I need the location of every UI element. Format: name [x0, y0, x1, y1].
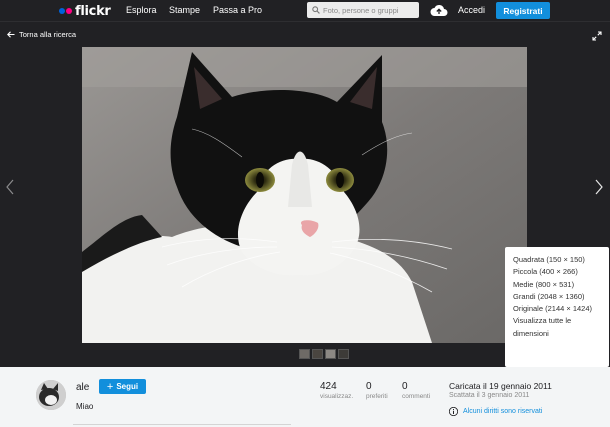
stat-comments-value: 0: [402, 381, 408, 392]
taken-date: Scattata il 3 gennaio 2011: [449, 392, 530, 399]
license-link[interactable]: Alcuni diritti sono riservati: [449, 407, 542, 416]
upload-date: Caricata il 19 gennaio 2011: [449, 381, 552, 391]
photo-info-panel: ale + Segui Miao 424 visualizzaz. 0 pref…: [0, 367, 610, 427]
stat-favorites-value: 0: [366, 381, 372, 392]
photo-title: Miao: [76, 402, 94, 411]
stat-comments: 0 commenti: [402, 381, 430, 400]
download-option-large[interactable]: Grandi (2048 × 1360): [513, 291, 601, 303]
plus-icon: +: [106, 380, 114, 393]
fullscreen-icon[interactable]: [592, 31, 602, 41]
search-icon: [312, 6, 320, 14]
info-circle-icon: [449, 407, 458, 416]
download-option-small[interactable]: Piccola (400 × 266): [513, 266, 601, 278]
stat-views-value: 424: [320, 381, 337, 392]
main-photo-cat[interactable]: [82, 47, 527, 343]
thumbnail-strip: [299, 349, 349, 359]
download-option-medium[interactable]: Medie (800 × 531): [513, 279, 601, 291]
avatar-image: [36, 380, 66, 410]
thumbnail[interactable]: [338, 349, 349, 359]
cat-photo-illustration: [82, 47, 527, 343]
back-to-search-link[interactable]: Torna alla ricerca: [7, 30, 76, 39]
nav-prints[interactable]: Stampe: [169, 5, 200, 15]
arrow-left-icon: [7, 31, 15, 38]
logo-pink-dot: [66, 8, 72, 14]
download-option-all-sizes[interactable]: Visualizza tutte le dimensioni: [513, 315, 601, 340]
stat-comments-label: commenti: [402, 393, 431, 400]
owner-name[interactable]: ale: [76, 382, 89, 393]
thumbnail[interactable]: [312, 349, 323, 359]
photo-viewer: Torna alla ricerca Quadrata (150 × 150) …: [0, 23, 610, 367]
stat-views-label: visualizzaz.: [320, 393, 354, 400]
upload-cloud-icon[interactable]: [430, 3, 448, 17]
thumbnail[interactable]: [299, 349, 310, 359]
thumbnail[interactable]: [325, 349, 336, 359]
register-button[interactable]: Registrati: [496, 2, 550, 19]
owner-avatar[interactable]: [36, 380, 66, 410]
nav-explore[interactable]: Esplora: [126, 5, 157, 15]
nav-go-pro[interactable]: Passa a Pro: [213, 5, 262, 15]
next-photo-chevron-icon[interactable]: [595, 179, 603, 195]
stat-favorites: 0 preferiti: [366, 381, 388, 400]
follow-button[interactable]: + Segui: [99, 379, 146, 394]
license-label: Alcuni diritti sono riservati: [463, 408, 543, 415]
signin-link[interactable]: Accedi: [458, 5, 485, 15]
top-navigation-bar: flickr Esplora Stampe Passa a Pro Accedi…: [0, 0, 610, 22]
search-input[interactable]: [323, 5, 413, 15]
follow-label: Segui: [116, 382, 139, 391]
download-option-square[interactable]: Quadrata (150 × 150): [513, 254, 601, 266]
download-option-original[interactable]: Originale (2144 × 1424): [513, 303, 601, 315]
download-size-menu: Quadrata (150 × 150) Piccola (400 × 266)…: [505, 247, 609, 367]
stat-favorites-label: preferiti: [366, 393, 388, 400]
previous-photo-chevron-icon[interactable]: [6, 179, 14, 195]
logo-text: flickr: [75, 3, 111, 19]
title-divider: [73, 424, 291, 425]
back-label: Torna alla ricerca: [19, 30, 77, 39]
flickr-logo[interactable]: flickr: [59, 3, 111, 19]
search-box[interactable]: [307, 2, 419, 18]
logo-blue-dot: [59, 8, 65, 14]
stat-views: 424 visualizzaz.: [320, 381, 353, 400]
